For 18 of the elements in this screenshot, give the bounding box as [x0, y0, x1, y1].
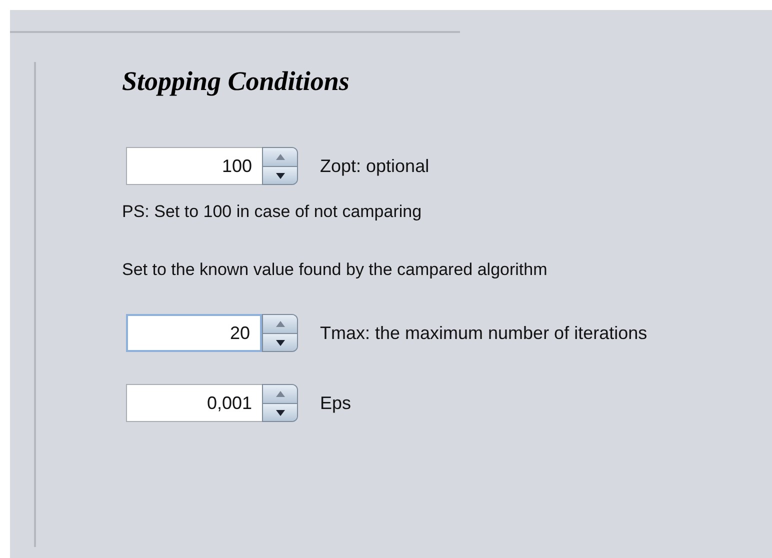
decrement-button[interactable]	[263, 166, 297, 184]
down-arrow-icon	[276, 340, 284, 346]
number-field[interactable]: 100	[126, 147, 262, 186]
decrement-button[interactable]	[263, 402, 297, 422]
number-field[interactable]: 20	[126, 314, 262, 352]
up-arrow-icon	[276, 391, 284, 398]
up-arrow-icon	[276, 154, 284, 160]
number-field[interactable]: 0,001	[126, 384, 262, 422]
section-title: Stopping Conditions	[122, 65, 350, 98]
note-text: Set to the known value found by the campared algorithm	[122, 258, 548, 281]
down-arrow-icon	[276, 172, 284, 179]
up-arrow-icon	[276, 321, 284, 328]
field-label: Eps	[320, 392, 352, 415]
note-text: PS: Set to 100 in case of not camparing	[122, 201, 423, 224]
decrement-button[interactable]	[263, 332, 297, 352]
field-label: Tmax: the maximum number of iterations	[320, 322, 648, 345]
field-label: Zopt: optional	[320, 154, 430, 178]
down-arrow-icon	[276, 410, 284, 416]
